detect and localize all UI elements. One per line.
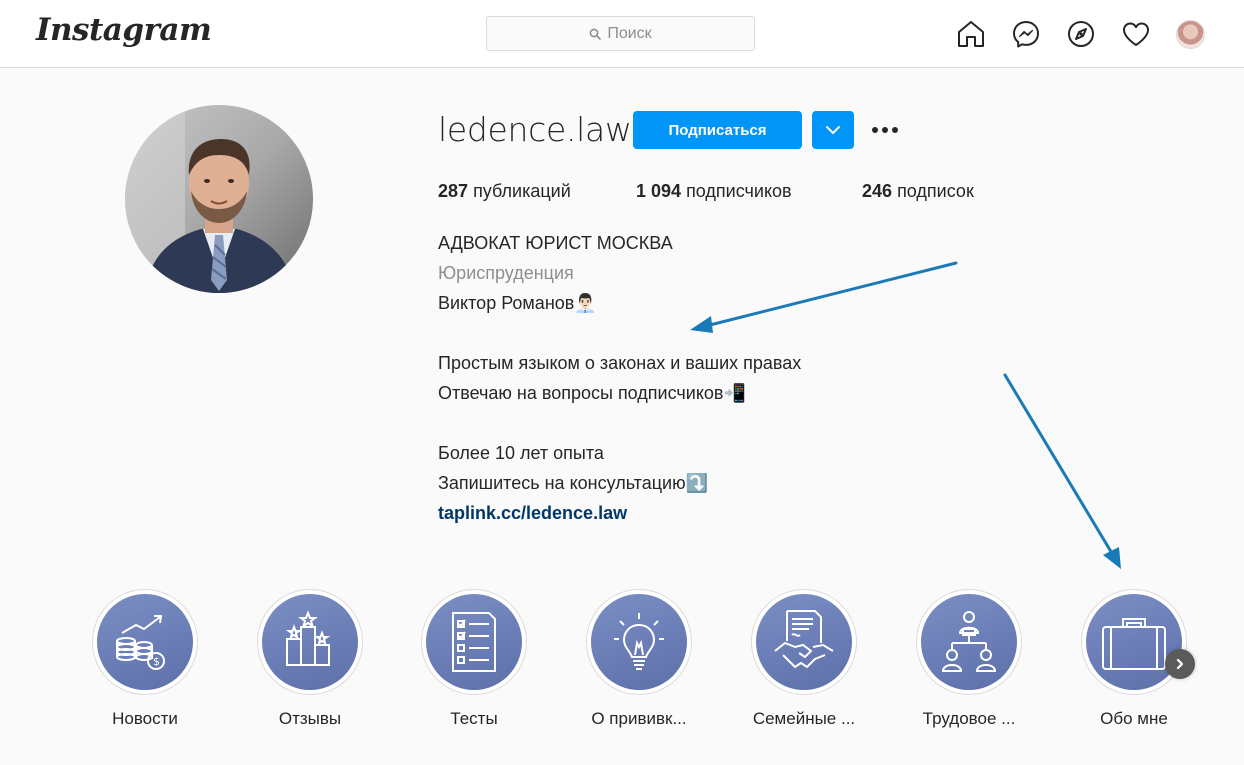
coins-growth-icon: $ [116,615,165,670]
chevron-right-icon [1176,658,1184,670]
highlights-next-button[interactable] [1165,649,1195,679]
handshake-contract-icon [774,610,834,669]
bio-text-line: Запишитесь на консультацию⤵️ [438,473,708,493]
highlight-label: Семейные ... [752,709,856,728]
search-placeholder: Поиск [607,24,652,42]
more-options-icon[interactable] [869,118,901,142]
briefcase-icon [1102,618,1166,670]
highlight-label: Трудовое ... [922,709,1016,728]
bio-website-link[interactable]: taplink.cc/ledence.law [438,498,627,528]
highlight-label: Обо мне [1100,709,1168,728]
podium-stars-icon [285,610,331,666]
story-highlight[interactable]: Тесты [409,589,539,729]
highlight-label: Тесты [450,709,498,728]
story-highlight[interactable]: Семейные ... [739,589,869,729]
bio-text-line: Более 10 лет опыта [438,443,604,463]
follow-button[interactable]: Подписаться [633,111,802,149]
instagram-logo[interactable]: Instagram [36,12,212,48]
chevron-down-icon [826,126,840,134]
story-highlight[interactable]: $ Новости [80,589,210,729]
profile-username: ledence.law [438,110,632,149]
highlight-label: О прививк... [591,709,687,728]
bio-full-name: АДВОКАТ ЮРИСТ МОСКВА [438,233,673,253]
following-count[interactable]: 246 подписок [862,181,974,202]
bio-text-line: Виктор Романов👨🏻‍💼 [438,293,597,313]
profile-avatar[interactable] [125,105,313,293]
messenger-icon[interactable] [1011,19,1041,49]
explore-icon[interactable] [1066,19,1096,49]
home-icon[interactable] [956,19,986,49]
lightbulb-icon [614,613,664,670]
bio-category: Юриспруденция [438,263,574,283]
bio-text-line: Отвечаю на вопросы подписчиков📲 [438,383,746,403]
annotation-arrowhead [690,316,713,333]
annotation-arrow [704,261,958,328]
heart-icon[interactable] [1121,19,1151,49]
highlight-label: Новости [112,709,178,728]
suggested-dropdown-button[interactable] [812,111,854,149]
avatar[interactable] [1176,20,1205,49]
top-navigation-bar: Instagram Поиск [0,0,1244,68]
svg-text:$: $ [153,655,160,668]
search-icon [589,28,602,40]
highlight-label: Отзывы [278,709,342,728]
story-highlight[interactable]: Отзывы [245,589,375,729]
checklist-icon [452,612,496,672]
posts-count: 287 публикаций [438,181,571,201]
followers-count[interactable]: 1 094 подписчиков [636,181,792,202]
story-highlight[interactable]: О прививк... [574,589,704,729]
search-input[interactable]: Поиск [486,16,755,51]
org-chart-icon [941,611,997,672]
bio-text-line: Простым языком о законах и ваших правах [438,353,802,373]
annotation-arrow [1003,373,1115,557]
story-highlight[interactable]: Трудовое ... [904,589,1034,729]
annotation-arrowhead [1103,547,1121,569]
